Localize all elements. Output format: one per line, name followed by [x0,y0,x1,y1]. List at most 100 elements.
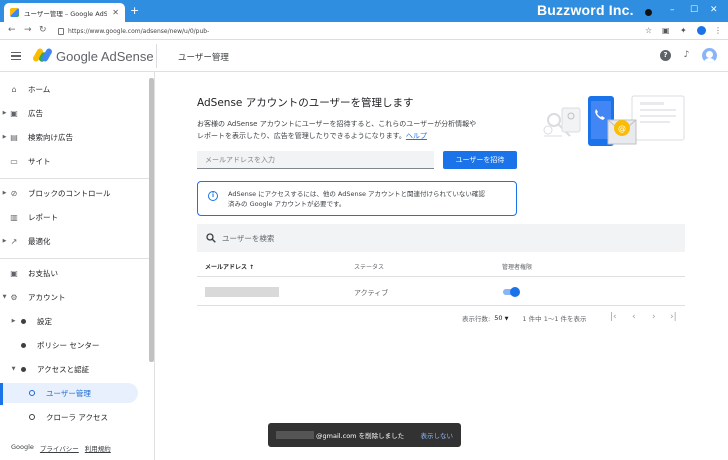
url-field[interactable]: https://www.google.com/adsense/new/u/0/p… [58,25,638,38]
search-icon [206,233,216,243]
invite-user-button[interactable]: ユーザーを招待 [443,151,517,169]
main-title: AdSense アカウントのユーザーを管理します [197,97,414,109]
sidebar-item-reports[interactable]: ▥ レポート [0,207,150,227]
expand-arrow-icon: ▶ [2,238,7,244]
desc-line-2: レポートを表示したり、広告を管理したりできるようになります。 [197,132,406,140]
redacted-email [205,287,279,297]
last-page-icon[interactable]: ›| [670,311,677,323]
info-icon: i [208,191,218,201]
col-header-admin: 管理者権限 [502,264,533,271]
browser-profile-icon[interactable] [697,26,706,35]
sidebar-item-search-ads[interactable]: ▶ ▤ 検索向け広告 [0,127,150,147]
back-icon[interactable]: ← [8,24,16,37]
hamburger-menu-icon[interactable] [11,52,21,60]
page-title: ユーザー管理 [178,53,229,63]
expand-arrow-icon: ▶ [11,318,16,324]
user-search-input[interactable]: ユーザーを検索 [197,224,685,252]
optimize-icon: ↗ [10,236,18,246]
sidebar-item-label: 広告 [28,108,43,118]
email-field[interactable]: メールアドレスを入力 [197,151,434,169]
first-page-icon[interactable]: |‹ [610,311,617,323]
search-placeholder: ユーザーを検索 [222,233,275,243]
sidebar-item-payments[interactable]: ▣ お支払い [0,263,150,283]
sidebar-item-account[interactable]: ▼ ⚙ アカウント [0,287,150,307]
search-ads-icon: ▤ [10,132,18,142]
info-notice: i AdSense にアクセスするには、他の AdSense アカウントと関連付… [197,181,517,216]
home-icon: ⌂ [11,84,17,94]
header-divider [156,44,157,68]
avatar[interactable] [702,48,717,63]
col-header-email[interactable]: メールアドレス ↑ [205,262,254,271]
snackbar-action-button[interactable]: 表示しない [421,430,454,440]
help-link[interactable]: ヘルプ [406,132,427,140]
sidebar-item-label: 最適化 [28,236,51,246]
table-header-divider [197,276,685,277]
next-page-icon[interactable]: › [652,311,656,323]
sidebar-item-label: ホーム [28,84,51,94]
sidebar-scrollbar[interactable] [149,78,154,362]
product-name: Google AdSense [56,49,154,64]
window-close-button[interactable]: ✕ [710,4,718,16]
report-icon: ▥ [10,212,18,222]
pagination: 表示行数: 50 ▼ 1 件中 1～1 件を表示 [462,313,587,323]
sites-icon: ▭ [10,156,18,166]
adsense-favicon-icon [10,8,19,17]
collapse-arrow-icon: ▼ [2,294,7,300]
sort-arrow-icon: ↑ [249,264,255,271]
sidebar-item-home[interactable]: ⌂ ホーム [0,79,150,99]
ad-icon: ▣ [10,108,18,118]
extension-icon[interactable]: ▣ [662,25,670,37]
bullet-icon [20,366,26,372]
sidebar-item-crawler-access[interactable]: クローラ アクセス [0,407,150,427]
sidebar-item-optimize[interactable]: ▶ ↗ 最適化 [0,231,150,251]
range-text: 1 件中 1～1 件を表示 [522,315,587,323]
collapse-arrow-icon: ▼ [11,366,16,372]
sidebar-item-policy-center[interactable]: ポリシー センター [0,335,150,355]
admin-toggle[interactable] [502,287,520,297]
help-icon[interactable]: ? [660,50,671,61]
new-tab-button[interactable]: + [130,5,139,16]
sidebar-item-label: クローラ アクセス [46,412,109,422]
expand-arrow-icon: ▶ [2,134,7,140]
col-header-status: ステータス [354,264,385,271]
privacy-link[interactable]: プライバシー [40,443,79,453]
forward-icon[interactable]: → [24,24,32,37]
browser-tab[interactable]: ユーザー管理 – Google AdSense ✕ [4,3,125,22]
sidebar-item-label: ブロックのコントロール [28,188,111,198]
user-invite-illustration: @ [543,95,685,146]
sidebar-item-ads[interactable]: ▶ ▣ 広告 [0,103,150,123]
prev-page-icon[interactable]: ‹ [632,311,636,323]
brand-overlay: Buzzword Inc. [537,2,634,18]
reload-icon[interactable]: ↻ [39,24,47,37]
bell-icon[interactable]: ♪ [681,50,692,61]
record-dot-icon [645,9,652,16]
sidebar-item-label: レポート [28,212,58,222]
sidebar-item-access-auth[interactable]: ▼ アクセスと認証 [0,359,150,379]
sidebar-item-user-management[interactable]: ユーザー管理 [0,383,138,403]
terms-link[interactable]: 利用規約 [85,443,111,453]
expand-arrow-icon: ▶ [2,190,7,196]
footer-google: Google [11,443,34,451]
row-status: アクティブ [354,289,389,297]
minimize-button[interactable]: – [670,4,675,16]
tab-close-icon[interactable]: ✕ [112,8,119,17]
rows-per-page-label: 表示行数: [462,315,491,323]
block-icon: ⊘ [10,188,18,198]
puzzle-icon[interactable]: ✦ [680,25,687,37]
sidebar-footer: Google プライバシー 利用規約 [11,443,111,453]
sidebar-item-settings[interactable]: ▶ 設定 [0,311,150,331]
bookmark-star-icon[interactable]: ☆ [645,25,652,37]
lock-icon [58,28,64,35]
info-line-2: 済みの Google アカウントが必要です。 [228,200,346,208]
browser-menu-icon[interactable]: ⋮ [714,25,722,37]
rows-per-page-select[interactable]: 50 ▼ [494,314,508,322]
maximize-button[interactable]: ☐ [690,4,698,16]
bullet-ring-icon [29,390,35,396]
sidebar-item-label: アクセスと認証 [37,364,90,374]
bullet-icon [20,318,26,324]
sidebar-item-sites[interactable]: ▭ サイト [0,151,150,171]
desc-line-1: お客様の AdSense アカウントにユーザーを招待すると、これらのユーザーが分… [197,120,477,128]
sidebar-item-label: サイト [28,156,51,166]
sidebar-item-block-controls[interactable]: ▶ ⊘ ブロックのコントロール [0,183,150,203]
sidebar-divider [0,258,152,259]
